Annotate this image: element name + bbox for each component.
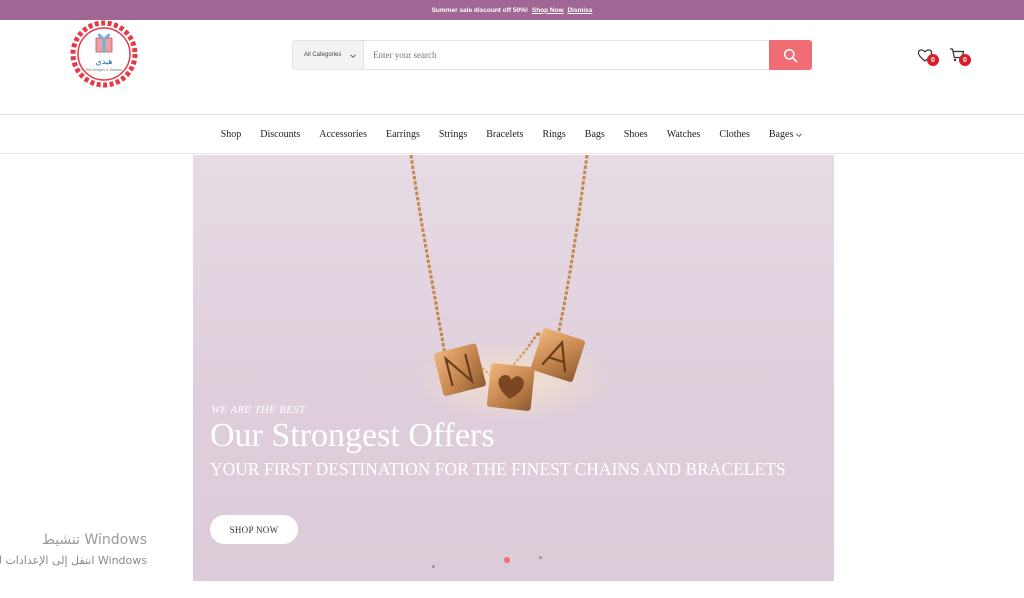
site-logo[interactable]: هيدي For designs & dresses xyxy=(67,20,141,88)
announcement-text: Summer sale discount off 50%! xyxy=(431,6,529,14)
wishlist-count-badge: 0 xyxy=(927,54,939,66)
logo-tagline: For designs & dresses xyxy=(85,68,122,72)
nav-item-shop[interactable]: Shop xyxy=(221,129,242,140)
main-nav: Shop Discounts Accessories Earrings Stri… xyxy=(0,116,1024,154)
announcement-bar: Summer sale discount off 50%! Shop Now D… xyxy=(0,0,1024,20)
cart-count-badge: 0 xyxy=(959,54,971,66)
nav-item-rings[interactable]: Rings xyxy=(542,129,565,140)
nav-item-shoes[interactable]: Shoes xyxy=(624,129,648,140)
hero-eyebrow: WE ARE THE BEST xyxy=(211,404,306,416)
site-header: هيدي For designs & dresses All Categorie… xyxy=(0,20,1024,115)
search-icon xyxy=(783,48,798,62)
chevron-down-icon xyxy=(350,54,356,58)
shop-now-link[interactable]: Shop Now xyxy=(532,7,564,14)
nav-item-discounts[interactable]: Discounts xyxy=(260,129,300,140)
hero-banner: WE ARE THE BEST Our Strongest Offers YOU… xyxy=(193,155,834,581)
nav-item-bages[interactable]: Bages xyxy=(769,129,803,140)
nav-item-clothes[interactable]: Clothes xyxy=(719,129,750,140)
slider-dot[interactable] xyxy=(432,565,435,568)
nav-item-watches[interactable]: Watches xyxy=(667,129,701,140)
hero-headline: Our Strongest Offers xyxy=(210,417,495,454)
slider-dot-active[interactable] xyxy=(504,557,510,563)
search-button[interactable] xyxy=(769,40,812,70)
category-selected: All Categories xyxy=(304,52,342,58)
category-select[interactable]: All Categories xyxy=(293,41,364,69)
nav-item-strings[interactable]: Strings xyxy=(439,129,467,140)
shop-now-button[interactable]: SHOP NOW xyxy=(210,515,298,544)
nav-item-bags[interactable]: Bags xyxy=(585,129,605,140)
search-bar: All Categories xyxy=(292,40,812,70)
dismiss-link[interactable]: Dismiss xyxy=(567,7,592,14)
watermark-title: تنشيط Windows xyxy=(41,532,147,548)
logo-text: هيدي xyxy=(95,57,112,66)
search-input[interactable] xyxy=(364,41,769,69)
watermark-subtitle: انتقل إلى الإعدادات لتنشيط Windows xyxy=(0,554,147,567)
hero-subheadline: YOUR FIRST DESTINATION FOR THE FINEST CH… xyxy=(210,459,786,479)
chevron-down-icon xyxy=(796,133,803,137)
nav-item-earrings[interactable]: Earrings xyxy=(386,129,420,140)
slider-dot[interactable] xyxy=(539,556,542,559)
nav-item-accessories[interactable]: Accessories xyxy=(319,129,367,140)
nav-item-bracelets[interactable]: Bracelets xyxy=(486,129,523,140)
